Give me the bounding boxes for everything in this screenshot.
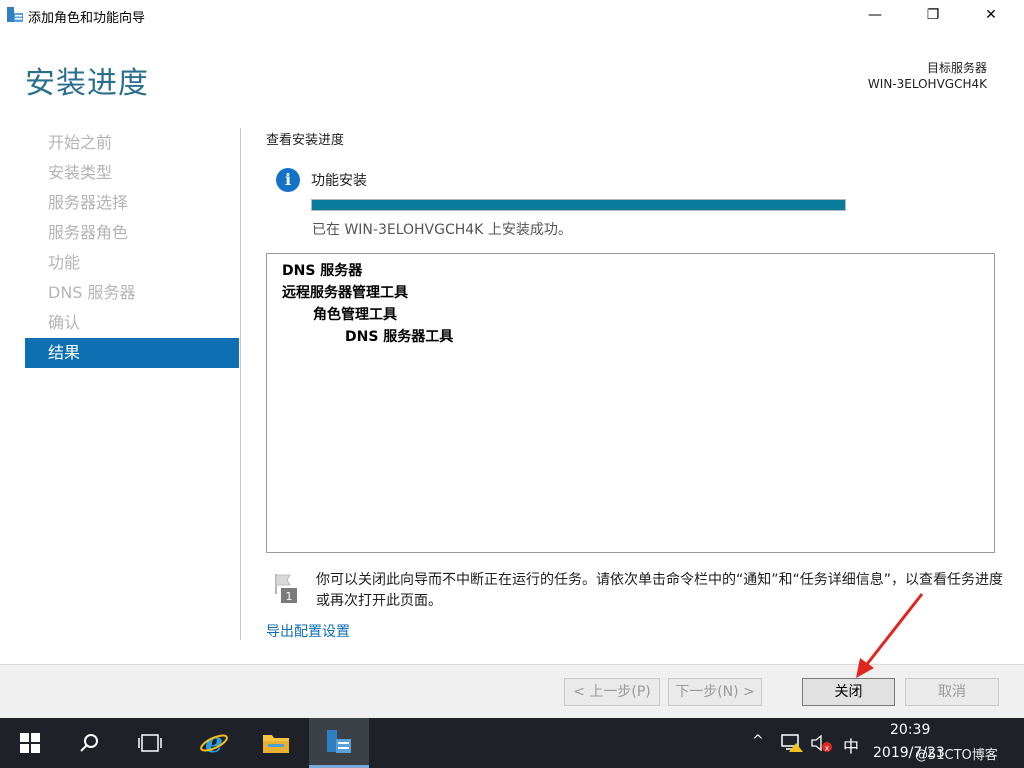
result-item: DNS 服务器 [282, 263, 363, 279]
svg-text:e: e [205, 728, 223, 758]
network-warning-icon[interactable] [780, 733, 804, 753]
server-manager-icon [7, 7, 23, 22]
page-title: 安装进度 [25, 66, 149, 101]
install-progress-bar [311, 199, 846, 211]
maximize-button[interactable]: ❐ [910, 0, 956, 30]
nav-item-results[interactable]: 结果 [25, 338, 239, 368]
ime-indicator[interactable]: 中 [843, 733, 859, 757]
svg-text:1: 1 [286, 590, 293, 603]
target-server-info: 目标服务器 WIN-3ELOHVGCH4K [868, 60, 987, 92]
nav-item-features: 功能 [48, 253, 81, 272]
folder-icon [263, 735, 289, 753]
nav-item-dns-server: DNS 服务器 [48, 283, 136, 302]
internet-explorer-icon: e [200, 728, 228, 758]
nav-item-installation-type: 安装类型 [48, 163, 113, 182]
windows-logo-icon [20, 733, 40, 753]
nav-item-confirmation: 确认 [48, 313, 81, 332]
minimize-button[interactable]: — [852, 0, 898, 30]
search-button[interactable] [66, 718, 114, 768]
results-list[interactable]: DNS 服务器 远程服务器管理工具 角色管理工具 DNS 服务器工具 [266, 253, 995, 553]
annotation-arrow-icon [856, 593, 924, 678]
file-explorer-button[interactable] [252, 718, 300, 768]
result-item: 远程服务器管理工具 [282, 285, 408, 301]
server-manager-taskbar-button[interactable] [309, 718, 369, 768]
section-label: 查看安装进度 [266, 133, 345, 148]
cancel-button[interactable]: 取消 [905, 678, 999, 706]
info-icon: i [276, 168, 300, 192]
search-icon [80, 734, 98, 752]
result-item: DNS 服务器工具 [345, 329, 454, 345]
previous-button[interactable]: < 上一步(P) [564, 678, 660, 706]
feature-install-label: 功能安装 [311, 173, 367, 189]
start-button[interactable] [6, 718, 54, 768]
progress-fill [312, 200, 845, 210]
close-button[interactable]: 关闭 [802, 678, 895, 706]
window-title: 添加角色和功能向导 [28, 11, 146, 26]
install-success-text: 已在 WIN-3ELOHVGCH4K 上安装成功。 [312, 222, 572, 238]
clock-time[interactable]: 20:39 [890, 722, 930, 738]
result-item: 角色管理工具 [313, 307, 397, 323]
svg-text:x: x [825, 744, 830, 753]
notification-flag-icon: 1 [275, 574, 297, 603]
nav-item-server-selection: 服务器选择 [48, 193, 129, 212]
title-bar: 添加角色和功能向导 — ❐ ✕ [0, 0, 1024, 30]
export-config-link[interactable]: 导出配置设置 [266, 621, 350, 641]
task-view-button[interactable] [126, 718, 174, 768]
internet-explorer-button[interactable]: e [190, 718, 238, 768]
task-view-icon [138, 734, 162, 752]
watermark: @51CTO博客 [915, 748, 998, 763]
nav-item-server-roles: 服务器角色 [48, 223, 129, 242]
nav-item-before-you-begin: 开始之前 [48, 133, 113, 152]
wizard-nav: 开始之前 安装类型 服务器选择 服务器角色 功能 DNS 服务器 确认 结果 [25, 128, 239, 368]
next-button[interactable]: 下一步(N) > [668, 678, 762, 706]
server-manager-icon [327, 729, 351, 753]
chevron-up-icon[interactable]: ^ [752, 733, 764, 749]
target-server-label: 目标服务器 [926, 61, 987, 75]
target-server-name: WIN-3ELOHVGCH4K [867, 77, 987, 91]
nav-divider [240, 128, 241, 640]
volume-muted-icon[interactable]: x [810, 733, 834, 753]
close-window-button[interactable]: ✕ [968, 0, 1014, 30]
